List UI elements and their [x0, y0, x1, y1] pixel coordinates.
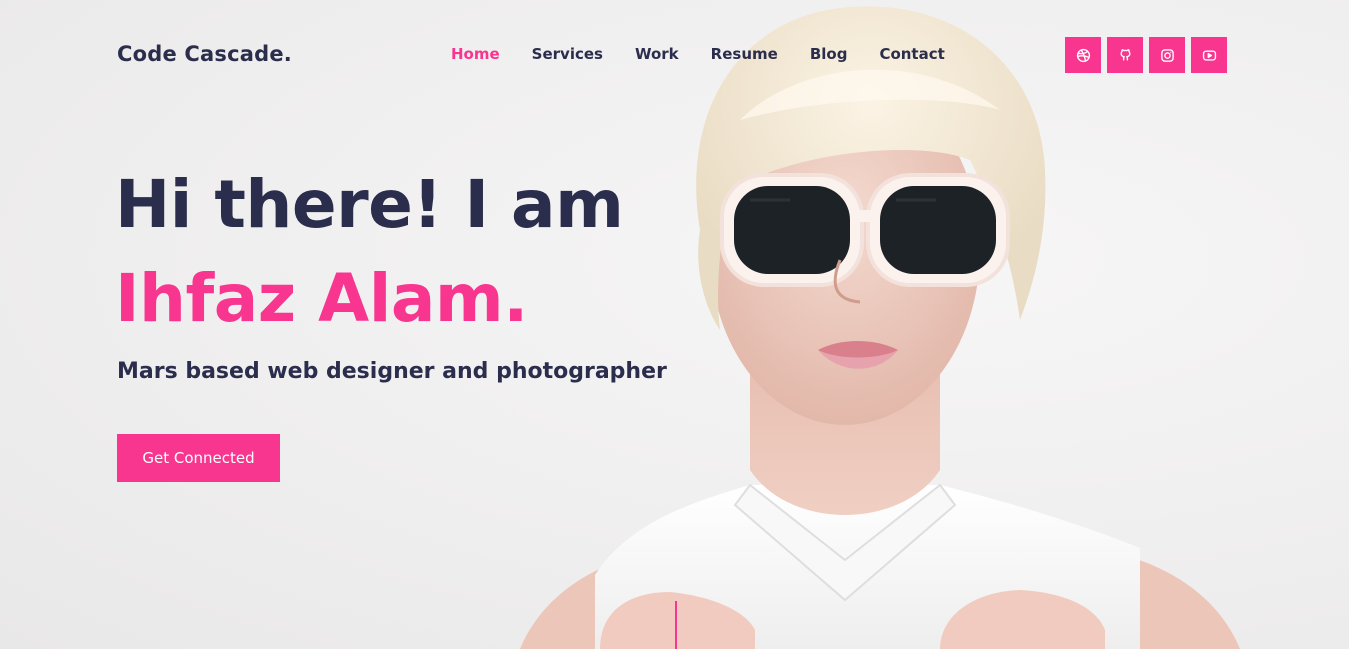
youtube-button[interactable] — [1191, 37, 1227, 73]
nav-item-contact[interactable]: Contact — [879, 45, 944, 63]
main-nav: Home Services Work Resume Blog Contact — [451, 45, 945, 63]
hero-tagline: Mars based web designer and photographer — [117, 359, 667, 384]
github-button[interactable] — [1107, 37, 1143, 73]
social-links — [1065, 37, 1227, 73]
get-connected-button[interactable]: Get Connected — [117, 434, 280, 482]
hero-name: Ihfaz Alam. — [115, 260, 528, 337]
nav-item-blog[interactable]: Blog — [810, 45, 848, 63]
nav-item-work[interactable]: Work — [635, 45, 679, 63]
site-header: Code Cascade. Home Services Work Resume … — [0, 0, 1349, 110]
dribbble-icon — [1076, 48, 1090, 62]
hero-greeting: Hi there! I am — [115, 166, 624, 243]
nav-item-home[interactable]: Home — [451, 45, 500, 63]
scroll-indicator — [675, 601, 677, 649]
instagram-icon — [1160, 48, 1174, 62]
dribbble-button[interactable] — [1065, 37, 1101, 73]
site-logo[interactable]: Code Cascade. — [117, 42, 292, 66]
nav-item-resume[interactable]: Resume — [711, 45, 778, 63]
instagram-button[interactable] — [1149, 37, 1185, 73]
nav-item-services[interactable]: Services — [532, 45, 603, 63]
youtube-icon — [1202, 49, 1216, 61]
github-icon — [1119, 48, 1131, 61]
